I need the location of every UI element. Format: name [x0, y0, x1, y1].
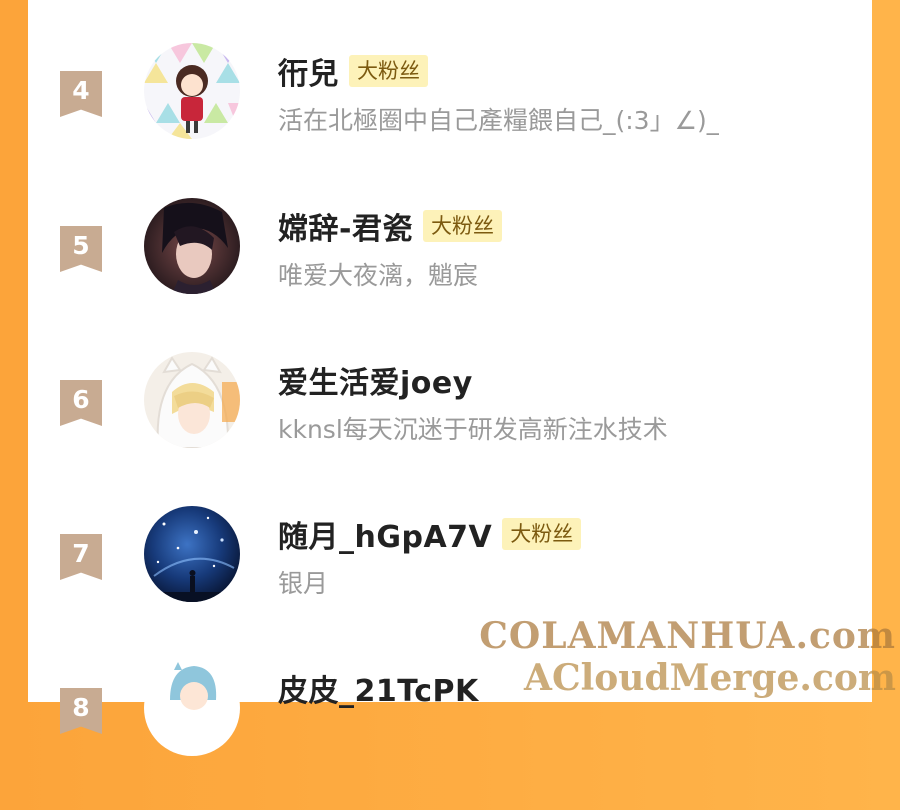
user-name[interactable]: 爱生活爱joey [278, 358, 473, 402]
name-line: 衎兒 大粉丝 [278, 53, 428, 92]
user-name[interactable]: 嫦辞-君瓷 [278, 204, 413, 248]
rank-ribbon: 7 [60, 534, 102, 580]
user-name[interactable]: 衎兒 [278, 49, 339, 93]
rank-ribbon: 4 [60, 71, 102, 117]
avatar[interactable] [144, 43, 240, 139]
list-item[interactable]: 5 嫦辞-君瓷 大粉丝 唯爱大夜漓，魈宸 [28, 198, 872, 348]
avatar[interactable] [144, 506, 240, 602]
user-name[interactable]: 随月_hGpA7V [278, 512, 492, 556]
fan-badge: 大粉丝 [349, 55, 428, 87]
name-line: 爱生活爱joey [278, 362, 473, 401]
rank-ribbon: 8 [60, 688, 102, 734]
avatar[interactable] [144, 198, 240, 294]
fan-ranking-list: 4 衎兒 大粉丝 活在北極圈中自己產糧餵自己_(:3」∠)_ 5 嫦辞-君瓷 大… [28, 0, 872, 756]
user-signature: 银月 [278, 569, 329, 598]
fan-badge: 大粉丝 [422, 210, 502, 242]
list-item[interactable]: 6 爱生活爱joey kknsl每天沉迷于研发高新注水技术 [28, 352, 872, 502]
name-line: 皮皮_21TcPK [278, 670, 479, 709]
watermark: COLAMANHUA.com ACloudMerge.com [479, 618, 896, 696]
watermark-line-2: ACloudMerge.com [524, 657, 896, 699]
avatar[interactable] [144, 352, 240, 448]
name-line: 随月_hGpA7V 大粉丝 [278, 516, 582, 555]
rank-ribbon: 6 [60, 380, 102, 426]
rank-ribbon: 5 [60, 226, 102, 272]
name-line: 嫦辞-君瓷 大粉丝 [278, 208, 502, 247]
avatar[interactable] [144, 660, 240, 756]
watermark-line-1: COLAMANHUA.com [479, 615, 896, 657]
user-signature: 唯爱大夜漓，魈宸 [278, 261, 479, 290]
user-signature: 活在北極圈中自己產糧餵自己_(:3」∠)_ [278, 106, 720, 135]
fan-badge: 大粉丝 [502, 518, 582, 550]
user-name[interactable]: 皮皮_21TcPK [278, 666, 479, 710]
list-item[interactable]: 4 衎兒 大粉丝 活在北極圈中自己產糧餵自己_(:3」∠)_ [28, 43, 872, 193]
user-signature: kknsl每天沉迷于研发高新注水技术 [278, 415, 668, 444]
